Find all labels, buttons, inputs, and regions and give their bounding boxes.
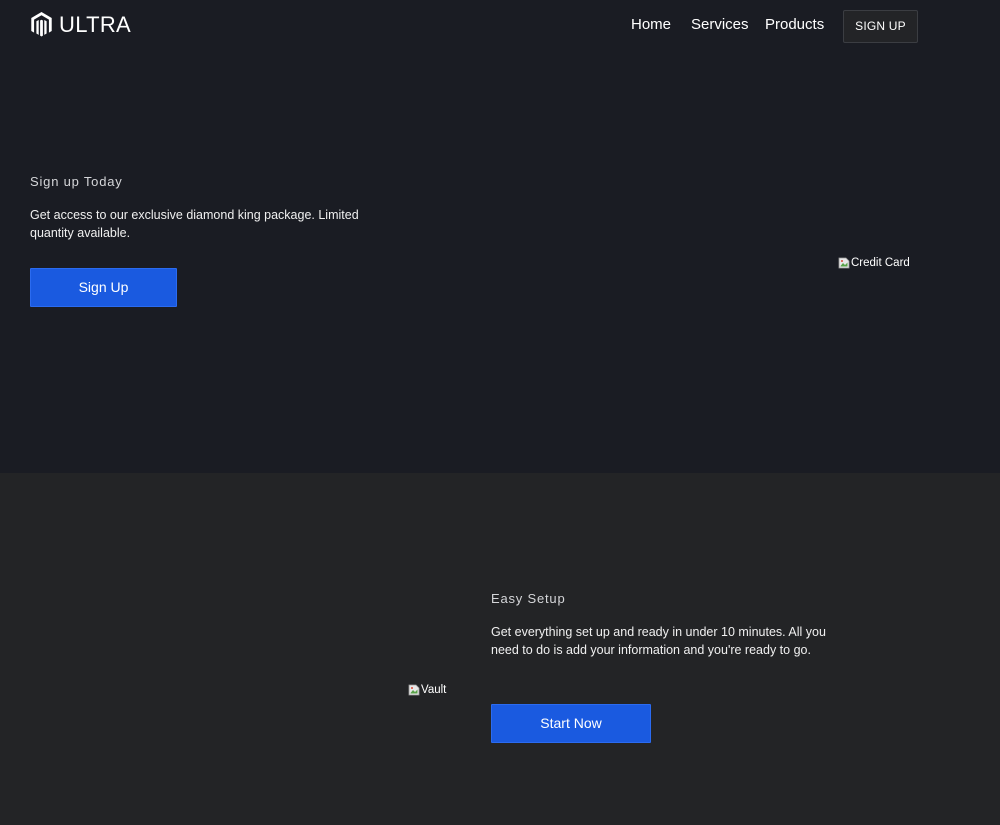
broken-image-icon [408, 684, 420, 696]
feature-description: Get everything set up and ready in under… [491, 625, 826, 657]
start-now-button[interactable]: Start Now [491, 704, 651, 743]
brand-name: ULTRA [59, 12, 131, 37]
magento-icon [31, 12, 52, 37]
vault-image-alt: Vault [421, 684, 447, 696]
broken-image-icon [838, 257, 850, 269]
hero-section: ULTRA Home Services Products SIGN UP Sig… [0, 0, 1000, 473]
hero-title: Sign up Today [30, 174, 123, 189]
brand-logo-link[interactable]: ULTRA [30, 12, 131, 38]
feature-title: Easy Setup [491, 591, 566, 606]
nav-link-services[interactable]: Services [691, 16, 749, 34]
navbar: ULTRA Home Services Products SIGN UP [0, 0, 1000, 52]
vault-image: Vault [408, 684, 446, 696]
nav-signup-button[interactable]: SIGN UP [843, 10, 918, 43]
features-section: Vault Easy Setup Get everything set up a… [0, 473, 1000, 825]
credit-card-image: Credit Card [838, 257, 910, 269]
signup-button[interactable]: Sign Up [30, 268, 177, 307]
hero-description: Get access to our exclusive diamond king… [30, 208, 359, 240]
nav-link-home[interactable]: Home [631, 16, 671, 34]
nav-link-products[interactable]: Products [765, 16, 824, 34]
credit-card-image-alt: Credit Card [851, 257, 910, 269]
